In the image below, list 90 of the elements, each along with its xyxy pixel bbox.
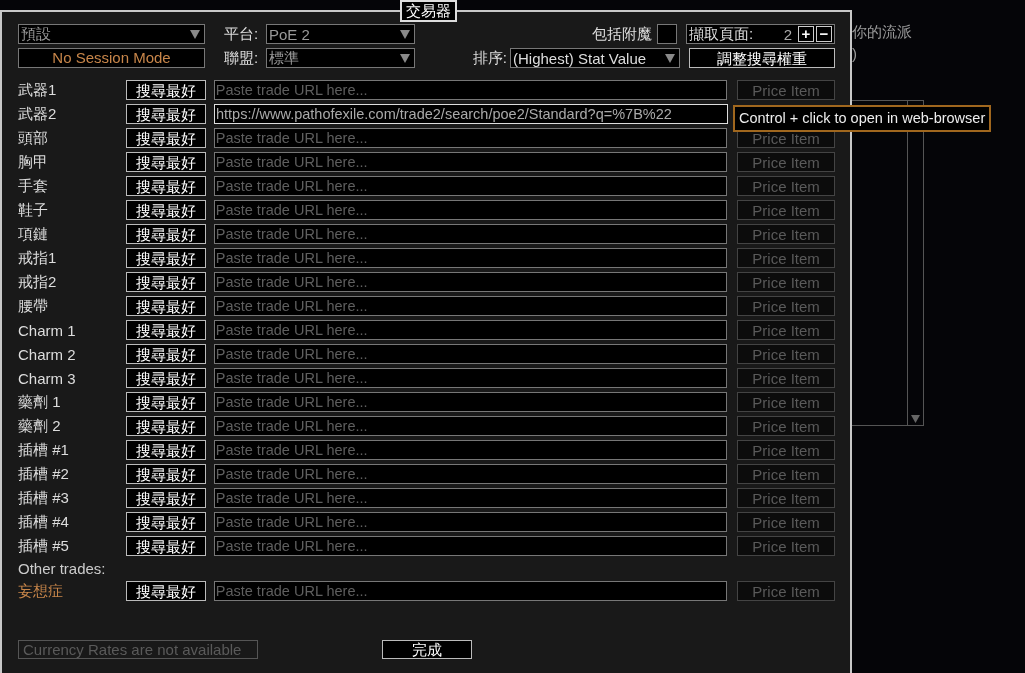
trade-url-field[interactable]: https://www.pathofexile.com/trade2/search/poe2/Standard?q=%7B%22 <box>214 104 728 124</box>
preset-dropdown[interactable]: 預設 <box>18 24 205 44</box>
scroll-down-icon[interactable] <box>911 414 920 423</box>
find-best-button[interactable]: 搜尋最好 <box>125 224 206 244</box>
trade-url-field[interactable]: Paste trade URL here... <box>213 344 728 364</box>
slot-label: 腰帶 <box>18 296 49 316</box>
trade-url-field[interactable]: Paste trade URL here... <box>213 368 728 388</box>
find-best-button[interactable]: 搜尋最好 <box>125 581 206 601</box>
slot-label: 頭部 <box>18 128 49 148</box>
find-best-button[interactable]: 搜尋最好 <box>125 80 206 100</box>
slot-label: 插槽 #4 <box>18 512 70 532</box>
slot-label: 鞋子 <box>18 200 49 220</box>
decrease-button[interactable]: − <box>816 26 832 42</box>
find-best-button[interactable]: 搜尋最好 <box>125 464 206 484</box>
league-label: 聯盟: <box>224 48 260 68</box>
sort-dropdown[interactable]: (Highest) Stat Value <box>510 48 680 68</box>
trade-url-field[interactable]: Paste trade URL here... <box>213 581 728 601</box>
slot-label: 戒指2 <box>18 272 58 292</box>
trade-url-field[interactable]: Paste trade URL here... <box>213 320 728 340</box>
trade-url-field[interactable]: Paste trade URL here... <box>213 536 728 556</box>
trade-url-field[interactable]: Paste trade URL here... <box>213 272 728 292</box>
dropdown-arrow-icon <box>190 29 200 39</box>
slot-label: 項鏈 <box>18 224 49 244</box>
trade-url-field[interactable]: Paste trade URL here... <box>213 416 728 436</box>
trade-url-field[interactable]: Paste trade URL here... <box>213 80 728 100</box>
adjust-weights-button[interactable]: 調整搜尋權重 <box>689 48 835 68</box>
slot-label: 胸甲 <box>18 152 49 172</box>
find-best-button[interactable]: 搜尋最好 <box>126 104 206 124</box>
dropdown-arrow-icon <box>665 53 675 63</box>
find-best-button[interactable]: 搜尋最好 <box>125 128 206 148</box>
fetch-pages-value[interactable]: 2 <box>753 25 798 43</box>
find-best-button[interactable]: 搜尋最好 <box>125 368 206 388</box>
enchant-checkbox[interactable] <box>657 24 677 44</box>
find-best-button[interactable]: 搜尋最好 <box>125 488 206 508</box>
slot-label: 插槽 #1 <box>18 440 70 460</box>
trade-url-field[interactable]: Paste trade URL here... <box>213 200 728 220</box>
trade-url-field[interactable]: Paste trade URL here... <box>213 248 728 268</box>
find-best-button[interactable]: 搜尋最好 <box>125 512 206 532</box>
trade-url-field[interactable]: Paste trade URL here... <box>213 296 728 316</box>
find-best-button[interactable]: 搜尋最好 <box>125 152 206 172</box>
enchant-label: 包括附魔 <box>592 24 652 44</box>
slot-label: 插槽 #5 <box>18 536 70 556</box>
slot-label: 戒指1 <box>18 248 58 268</box>
slot-label: 插槽 #3 <box>18 488 70 508</box>
trade-url-field[interactable]: Paste trade URL here... <box>213 176 728 196</box>
trade-url-field[interactable]: Paste trade URL here... <box>213 392 728 412</box>
platform-label: 平台: <box>224 24 260 44</box>
slot-label: 藥劑 1 <box>18 392 62 412</box>
trade-url-field[interactable]: Paste trade URL here... <box>213 128 728 148</box>
increase-button[interactable]: + <box>798 26 814 42</box>
background-text: ) <box>852 45 857 62</box>
trade-url-field[interactable]: Paste trade URL here... <box>213 464 728 484</box>
find-best-button[interactable]: 搜尋最好 <box>125 248 206 268</box>
window-title: 交易器 <box>400 0 457 22</box>
find-best-button[interactable]: 搜尋最好 <box>125 344 206 364</box>
tooltip: Control + click to open in web-browser <box>733 105 992 132</box>
slot-label: 武器1 <box>18 80 58 100</box>
slot-label: 武器2 <box>18 104 58 124</box>
trade-url-field[interactable]: Paste trade URL here... <box>213 440 728 460</box>
trade-url-field[interactable]: Paste trade URL here... <box>213 512 728 532</box>
find-best-button[interactable]: 搜尋最好 <box>125 392 206 412</box>
build-heading: 你的流派 <box>852 23 912 41</box>
slot-label: Charm 2 <box>18 345 77 363</box>
slot-label: 妄想症 <box>18 581 64 601</box>
slot-label: 藥劑 2 <box>18 416 62 436</box>
slot-label: Charm 1 <box>18 321 77 339</box>
currency-status: Currency Rates are not available <box>18 640 258 659</box>
find-best-button[interactable]: 搜尋最好 <box>125 536 206 556</box>
league-dropdown[interactable]: 標準 <box>266 48 415 68</box>
fetch-pages-label: 擷取頁面: <box>689 24 754 44</box>
find-best-button[interactable]: 搜尋最好 <box>125 200 206 220</box>
find-best-button[interactable]: 搜尋最好 <box>125 440 206 460</box>
platform-dropdown[interactable]: PoE 2 <box>266 24 415 44</box>
find-best-button[interactable]: 搜尋最好 <box>125 320 206 340</box>
section-label: Other trades: <box>18 559 107 579</box>
session-mode-label: No Session Mode <box>18 48 205 68</box>
find-best-button[interactable]: 搜尋最好 <box>125 416 206 436</box>
slot-label: 插槽 #2 <box>18 464 70 484</box>
find-best-button[interactable]: 搜尋最好 <box>125 296 206 316</box>
find-best-button[interactable]: 搜尋最好 <box>125 176 206 196</box>
sort-label: 排序: <box>472 48 507 68</box>
slot-label: Charm 3 <box>18 369 77 387</box>
dropdown-arrow-icon <box>400 53 410 63</box>
slot-label: 手套 <box>18 176 49 196</box>
done-button[interactable]: 完成 <box>382 640 472 659</box>
trade-url-field[interactable]: Paste trade URL here... <box>213 152 728 172</box>
dropdown-arrow-icon <box>400 29 410 39</box>
trade-url-field[interactable]: Paste trade URL here... <box>213 488 728 508</box>
trade-url-field[interactable]: Paste trade URL here... <box>213 224 728 244</box>
find-best-button[interactable]: 搜尋最好 <box>125 272 206 292</box>
